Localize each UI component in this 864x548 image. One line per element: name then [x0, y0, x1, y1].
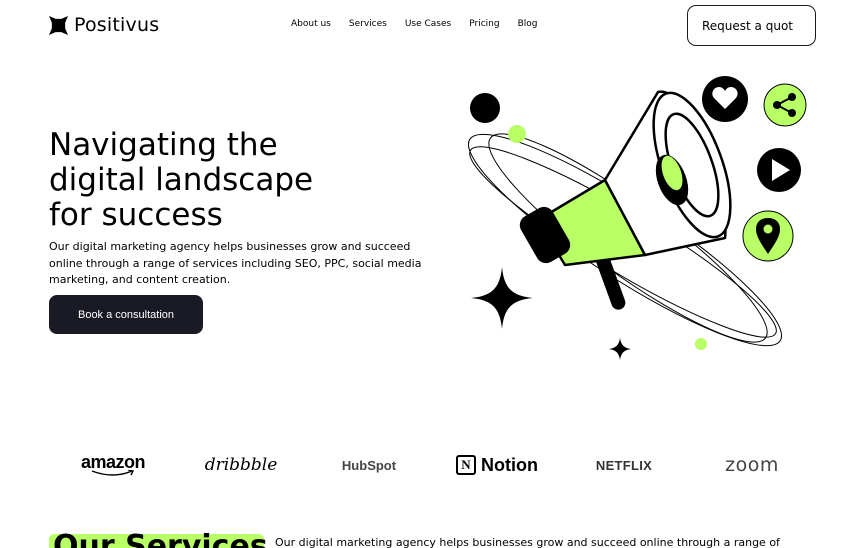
- services-title: Our Services: [53, 529, 268, 548]
- hero-title-line-3: for success: [49, 197, 223, 233]
- heart-icon: [702, 76, 748, 122]
- amazon-logo-text: amazon: [80, 452, 146, 472]
- hubspot-logo: HubSpot: [341, 457, 397, 473]
- hero-title-line-2: digital landscape: [49, 162, 314, 198]
- dribbble-logo: dribbble: [204, 455, 278, 475]
- client-logos-row: amazon dribbble HubSpot N Notion NETFLIX…: [0, 447, 864, 483]
- brand-logo[interactable]: Positivus: [49, 14, 159, 36]
- nav-blog[interactable]: Blog: [518, 19, 538, 29]
- sparkle-star-icon: [471, 267, 533, 329]
- hero-title-line-1: Navigating the: [49, 127, 278, 163]
- hero-description: Our digital marketing agency helps busin…: [49, 240, 422, 286]
- logo-text: Positivus: [74, 14, 160, 36]
- request-quote-button[interactable]: Request a quot: [687, 5, 816, 46]
- nav-services[interactable]: Services: [349, 19, 387, 29]
- main-nav: About us Services Use Cases Pricing Blog: [291, 19, 537, 29]
- notion-logo: N Notion: [453, 447, 541, 483]
- nav-about-us[interactable]: About us: [291, 19, 331, 29]
- notion-icon: N: [456, 455, 476, 475]
- zoom-logo: zoom: [725, 454, 779, 476]
- location-pin-icon: [742, 210, 794, 262]
- share-icon: [763, 83, 807, 127]
- hero-title: Navigating the digital landscape for suc…: [49, 128, 429, 233]
- play-icon: [757, 148, 801, 192]
- amazon-logo: amazon: [76, 447, 150, 483]
- amazon-smile-icon: [91, 470, 135, 476]
- logo-icon: [49, 15, 68, 35]
- nav-use-cases[interactable]: Use Cases: [405, 19, 451, 29]
- notion-logo-text: Notion: [481, 454, 538, 475]
- megaphone-illustration: [467, 76, 807, 360]
- services-description: Our digital marketing agency helps busin…: [275, 537, 780, 548]
- nav-pricing[interactable]: Pricing: [469, 19, 499, 29]
- netflix-logo: NETFLIX: [595, 457, 653, 473]
- book-consultation-button[interactable]: Book a consultation: [49, 295, 203, 334]
